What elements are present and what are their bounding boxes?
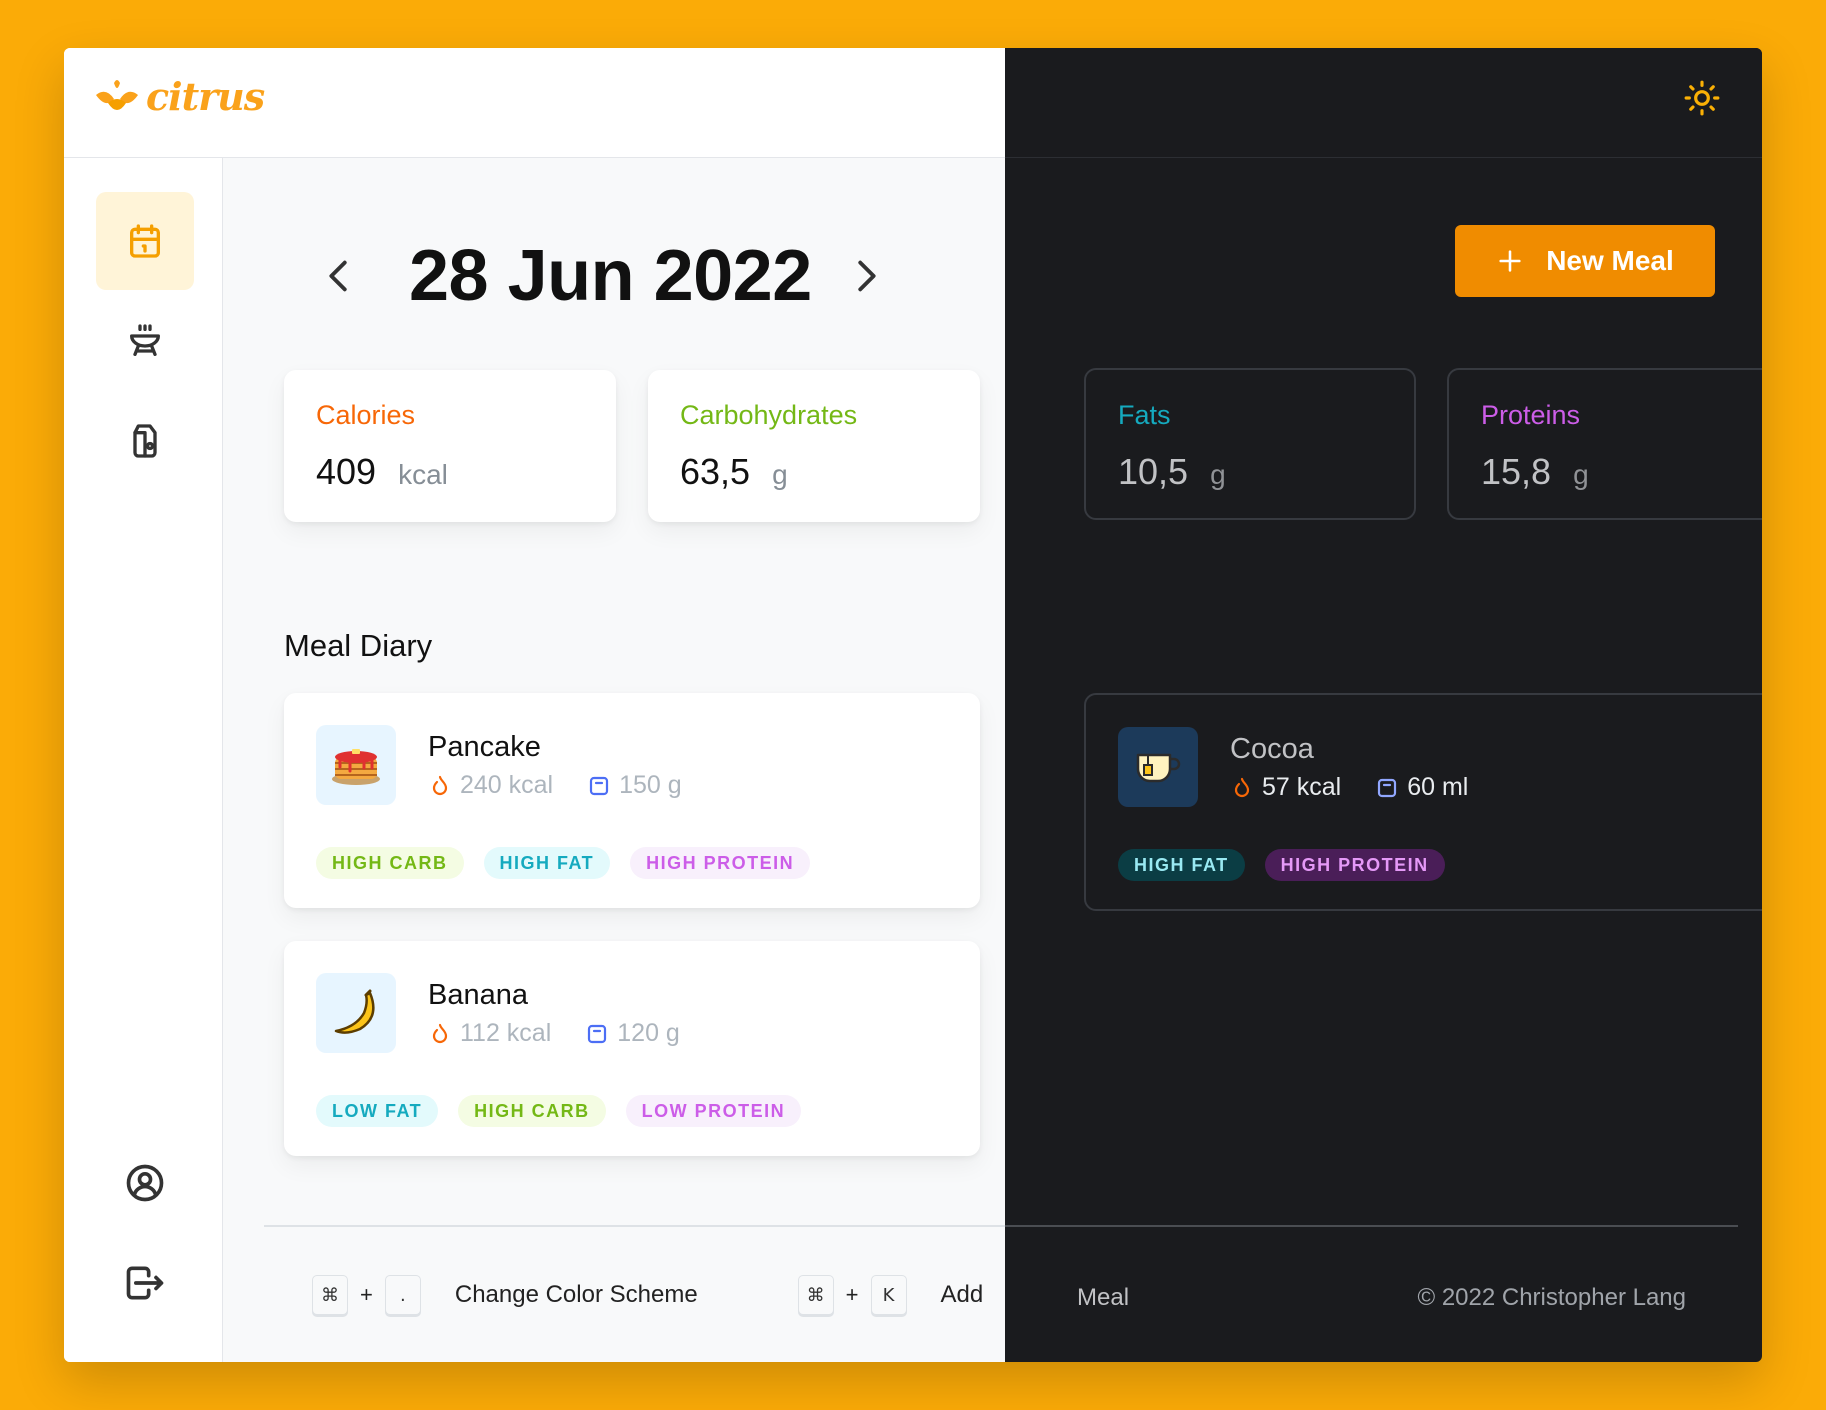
previous-day-button[interactable] xyxy=(309,246,369,306)
color-scheme-toggle[interactable] xyxy=(1680,76,1724,120)
stat-value: 15,8 xyxy=(1481,451,1552,492)
shortcut-add-meal: Add xyxy=(940,1281,984,1308)
meal-amount: 120 g xyxy=(617,1019,680,1047)
kbd-k: K xyxy=(870,1275,907,1315)
meal-icon-container xyxy=(316,725,396,805)
meal-meta: 112 kcal 120 g xyxy=(428,1019,714,1048)
stat-unit: kcal xyxy=(398,459,448,490)
calendar-icon xyxy=(130,224,160,258)
meal-name: Banana xyxy=(428,979,528,1011)
meal-card-cocoa[interactable]: Cocoa 57 kcal 60 ml HIGH FAT HIGH PROTEI… xyxy=(1084,693,1762,911)
meal-name: Pancake xyxy=(428,731,541,763)
new-meal-label: New Meal xyxy=(1546,245,1674,276)
flame-icon xyxy=(432,1023,448,1043)
cocoa-cup-icon xyxy=(1136,753,1181,783)
stat-card-carbohydrates: Carbohydrates 63,5 g xyxy=(648,370,980,522)
stat-value: 409 xyxy=(316,451,377,492)
scale-icon xyxy=(1378,778,1397,797)
kbd-cmd: ⌘ xyxy=(797,1275,834,1315)
stat-unit: g xyxy=(772,459,788,490)
tag-high-protein: HIGH PROTEIN xyxy=(630,847,811,879)
tag-low-fat: LOW FAT xyxy=(316,1095,439,1127)
kbd-plus: + xyxy=(845,1282,859,1307)
meal-icon-container xyxy=(1118,727,1198,807)
tag-high-carb: HIGH CARB xyxy=(316,847,464,879)
sun-icon xyxy=(1684,80,1720,116)
banana-icon xyxy=(334,989,375,1034)
meal-tags: HIGH CARB HIGH FAT HIGH PROTEIN xyxy=(316,847,811,879)
meal-energy: 240 kcal xyxy=(460,771,554,799)
shortcut-change-color-scheme: Change Color Scheme xyxy=(454,1281,698,1308)
meal-diary-title: Meal Diary xyxy=(284,628,433,663)
pancake-icon xyxy=(332,749,380,785)
logout-icon xyxy=(126,1266,164,1300)
meal-meta: 240 kcal 150 g xyxy=(428,771,716,800)
meal-meta: 57 kcal 60 ml xyxy=(1230,773,1502,802)
stat-card-calories: Calories 409 kcal xyxy=(284,370,616,522)
sidebar-item-pantry[interactable] xyxy=(96,392,194,490)
tag-high-carb: HIGH CARB xyxy=(458,1095,606,1127)
new-meal-button[interactable]: New Meal xyxy=(1455,225,1715,297)
citrus-logo-icon xyxy=(96,79,138,110)
meal-name: Cocoa xyxy=(1230,733,1314,765)
stat-card-fats: Fats 10,5 g xyxy=(1084,368,1416,520)
copyright: © 2022 Christopher Lang xyxy=(1417,1284,1686,1311)
stat-label: Carbohydrates xyxy=(680,400,858,430)
meal-amount: 150 g xyxy=(619,771,682,799)
stat-label: Proteins xyxy=(1481,400,1581,430)
stat-label: Fats xyxy=(1118,400,1171,430)
header xyxy=(1005,48,1762,158)
meal-icon-container xyxy=(316,973,396,1053)
scale-icon xyxy=(590,776,609,795)
app-window: citrus 28 Jun 2022 Calories 409 kcal Car… xyxy=(64,48,1762,1362)
flame-icon xyxy=(1234,777,1250,797)
sidebar-item-logout[interactable] xyxy=(96,1234,194,1332)
stat-unit: g xyxy=(1573,459,1589,490)
stat-value: 10,5 xyxy=(1118,451,1189,492)
tag-low-protein: LOW PROTEIN xyxy=(625,1095,802,1127)
stat-label: Calories xyxy=(316,400,416,430)
kbd-period: . xyxy=(384,1275,421,1315)
meal-tags: HIGH FAT HIGH PROTEIN xyxy=(1118,849,1445,881)
tag-high-fat: HIGH FAT xyxy=(1118,849,1245,881)
dark-theme-half: New Meal Fats 10,5 g Proteins 15,8 g Coc… xyxy=(1005,48,1762,1362)
app-logo[interactable]: citrus xyxy=(94,74,265,119)
sidebar xyxy=(64,158,223,1362)
footer-shortcuts: ⌘ + . Change Color Scheme ⌘ + K Add xyxy=(312,1275,983,1315)
header: citrus xyxy=(64,48,1005,158)
tag-high-fat: HIGH FAT xyxy=(483,847,611,879)
sidebar-item-recipes[interactable] xyxy=(96,292,194,390)
meal-energy: 112 kcal xyxy=(460,1019,552,1047)
chevron-right-icon xyxy=(858,260,876,292)
footer-divider xyxy=(264,1225,1005,1227)
meal-card-pancake[interactable]: Pancake 240 kcal 150 g HIGH CARB HIGH FA… xyxy=(284,693,980,908)
kbd-plus: + xyxy=(360,1282,373,1307)
kbd-cmd: ⌘ xyxy=(312,1275,348,1315)
user-circle-icon xyxy=(126,1164,164,1202)
flame-icon xyxy=(432,775,448,795)
tag-high-protein: HIGH PROTEIN xyxy=(1264,849,1445,881)
stat-card-proteins: Proteins 15,8 g xyxy=(1447,368,1762,520)
shortcut-add-meal-dark: Meal xyxy=(1077,1284,1130,1311)
meal-energy: 57 kcal xyxy=(1262,773,1342,801)
next-day-button[interactable] xyxy=(836,246,896,306)
stat-value: 63,5 xyxy=(680,451,751,492)
meal-tags: LOW FAT HIGH CARB LOW PROTEIN xyxy=(316,1095,802,1127)
plus-icon xyxy=(1499,250,1521,272)
meal-amount: 60 ml xyxy=(1407,773,1469,801)
sidebar-item-diary[interactable] xyxy=(96,192,194,290)
footer-divider xyxy=(1005,1225,1738,1227)
chevron-left-icon xyxy=(329,260,347,292)
app-name: citrus xyxy=(146,74,265,119)
date-navigator: 28 Jun 2022 xyxy=(309,226,896,326)
meal-card-banana[interactable]: Banana 112 kcal 120 g LOW FAT HIGH CARB … xyxy=(284,941,980,1156)
stat-unit: g xyxy=(1210,459,1226,490)
scale-icon xyxy=(588,1024,607,1043)
grill-icon xyxy=(130,324,160,356)
light-theme-half: citrus 28 Jun 2022 Calories 409 kcal Car… xyxy=(64,48,1005,1362)
sidebar-item-profile[interactable] xyxy=(96,1134,194,1232)
current-date: 28 Jun 2022 xyxy=(409,236,812,316)
pantry-jar-icon xyxy=(133,424,157,458)
